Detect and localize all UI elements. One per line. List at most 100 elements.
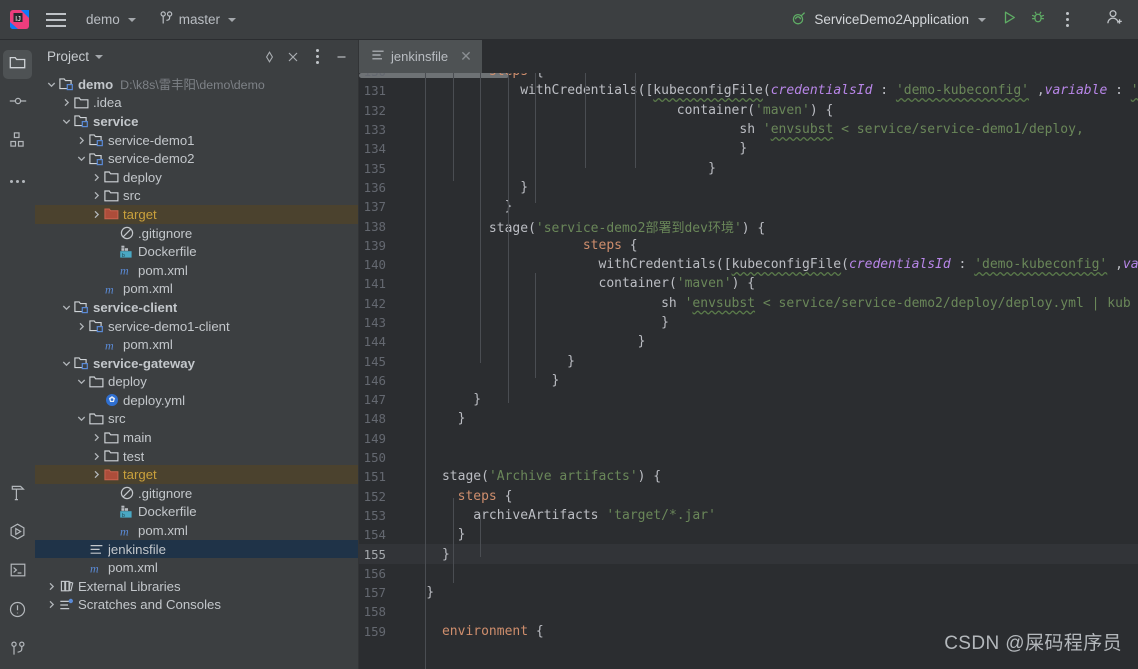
tree-node-scratches-and-consoles[interactable]: Scratches and Consoles [35, 596, 358, 615]
tree-node-deploy-yml[interactable]: deploy.yml [35, 391, 358, 410]
run-button[interactable] [996, 7, 1022, 33]
tree-node-service-demo1-client[interactable]: service-demo1-client [35, 317, 358, 336]
tree-node-service[interactable]: service [35, 112, 358, 131]
chevron-right-icon[interactable] [90, 191, 103, 200]
code-line[interactable]: 159 environment { [359, 622, 1138, 641]
tree-node-service-demo2[interactable]: service-demo2 [35, 149, 358, 168]
code-text[interactable]: } [395, 161, 1138, 176]
code-text[interactable]: environment { [395, 624, 1138, 639]
editor-viewport[interactable]: 130 steps {131 withCredentials([kubeconf… [359, 73, 1138, 669]
code-line[interactable]: 130 steps { [359, 73, 1138, 81]
code-text[interactable]: archiveArtifacts 'target/*.jar' [395, 508, 1138, 523]
code-text[interactable]: } [395, 392, 1138, 407]
tree-node-dockerfile[interactable]: b Dockerfile [35, 503, 358, 522]
code-line[interactable]: 156 [359, 564, 1138, 583]
chevron-right-icon[interactable] [90, 470, 103, 479]
code-text[interactable]: } [395, 180, 1138, 195]
code-text[interactable]: } [395, 141, 1138, 156]
code-line[interactable]: 142 sh 'envsubst < service/service-demo2… [359, 294, 1138, 313]
code-line[interactable]: 131 withCredentials([kubeconfigFile(cred… [359, 81, 1138, 100]
code-text[interactable]: } [395, 315, 1138, 330]
code-line[interactable]: 132 container('maven') { [359, 101, 1138, 120]
code-text[interactable]: withCredentials([kubeconfigFile(credenti… [395, 83, 1138, 98]
project-panel-title-button[interactable]: Project [47, 49, 104, 64]
code-line[interactable]: 147 } [359, 390, 1138, 409]
close-icon[interactable]: ✕ [460, 48, 472, 65]
chevron-right-icon[interactable] [90, 210, 103, 219]
code-text[interactable]: } [395, 547, 1138, 562]
code-line[interactable]: 155 } [359, 544, 1138, 564]
hide-icon[interactable] [330, 46, 352, 68]
chevron-right-icon[interactable] [75, 136, 88, 145]
code-line[interactable]: 141 container('maven') { [359, 274, 1138, 293]
code-text[interactable]: stage('service-demo2部署到dev环境') { [395, 217, 1138, 236]
git-tool-window-button[interactable] [3, 636, 32, 665]
more-tool-windows-button[interactable] [3, 167, 32, 196]
code-line[interactable]: 136 } [359, 178, 1138, 197]
tree-node-deploy[interactable]: deploy [35, 168, 358, 187]
debug-button[interactable] [1025, 7, 1051, 33]
code-line[interactable]: 145 } [359, 351, 1138, 370]
code-text[interactable]: stage('Archive artifacts') { [395, 469, 1138, 484]
terminal-tool-window-button[interactable] [3, 558, 32, 587]
code-line[interactable]: 134 } [359, 139, 1138, 158]
code-text[interactable]: steps { [395, 73, 1138, 79]
code-line[interactable]: 133 sh 'envsubst < service/service-demo1… [359, 120, 1138, 139]
hamburger-menu-icon[interactable] [42, 7, 70, 33]
tree-node-external-libraries[interactable]: External Libraries [35, 577, 358, 596]
tree-node-service-client[interactable]: service-client [35, 298, 358, 317]
code-line[interactable]: 153 archiveArtifacts 'target/*.jar' [359, 506, 1138, 525]
tree-node--gitignore[interactable]: .gitignore [35, 484, 358, 503]
project-selector[interactable]: demo [78, 8, 144, 31]
code-text[interactable]: withCredentials([kubeconfigFile(credenti… [395, 257, 1138, 272]
code-line[interactable]: 158 [359, 602, 1138, 621]
tree-node-target[interactable]: target [35, 205, 358, 224]
tree-node-pom-xml[interactable]: m pom.xml [35, 521, 358, 540]
build-tool-window-button[interactable] [3, 480, 32, 509]
collapse-all-icon[interactable] [282, 46, 304, 68]
code-line[interactable]: 148 } [359, 409, 1138, 428]
tree-node-src[interactable]: src [35, 410, 358, 429]
project-tool-window-button[interactable] [3, 50, 32, 79]
structure-tool-window-button[interactable] [3, 128, 32, 157]
tree-node--idea[interactable]: .idea [35, 94, 358, 113]
chevron-down-icon[interactable] [75, 377, 88, 386]
tree-node-src[interactable]: src [35, 187, 358, 206]
tree-node-jenkinsfile[interactable]: jenkinsfile [35, 539, 358, 559]
tab-jenkinsfile[interactable]: jenkinsfile ✕ [359, 40, 482, 73]
code-line[interactable]: 143 } [359, 313, 1138, 332]
chevron-right-icon[interactable] [60, 98, 73, 107]
expand-collapse-icon[interactable] [258, 46, 280, 68]
code-text[interactable]: } [395, 199, 1138, 214]
chevron-down-icon[interactable] [60, 359, 73, 368]
commit-tool-window-button[interactable] [3, 89, 32, 118]
tree-node-pom-xml[interactable]: m pom.xml [35, 280, 358, 299]
code-text[interactable]: container('maven') { [395, 103, 1138, 118]
tree-node-dockerfile[interactable]: b Dockerfile [35, 242, 358, 261]
code-text[interactable]: sh 'envsubst < service/service-demo1/dep… [395, 122, 1138, 137]
problems-tool-window-button[interactable] [3, 597, 32, 626]
code-text[interactable]: } [395, 334, 1138, 349]
chevron-right-icon[interactable] [45, 582, 58, 591]
code-line[interactable]: 149 [359, 429, 1138, 448]
code-text[interactable]: steps { [395, 238, 1138, 253]
more-options-button[interactable] [1054, 7, 1080, 33]
code-line[interactable]: 150 [359, 448, 1138, 467]
tree-node-pom-xml[interactable]: m pom.xml [35, 261, 358, 280]
code-line[interactable]: 151 stage('Archive artifacts') { [359, 467, 1138, 486]
tree-node-test[interactable]: test [35, 447, 358, 466]
chevron-down-icon[interactable] [60, 117, 73, 126]
code-line[interactable]: 135 } [359, 158, 1138, 177]
tree-node-service-gateway[interactable]: service-gateway [35, 354, 358, 373]
run-tool-window-button[interactable] [3, 519, 32, 548]
code-line[interactable]: 137 } [359, 197, 1138, 216]
project-tree[interactable]: demo D:\k8s\雷丰阳\demo\demo .idea service s… [35, 73, 358, 669]
chevron-right-icon[interactable] [45, 600, 58, 609]
code-text[interactable]: container('maven') { [395, 276, 1138, 291]
code-text[interactable]: steps { [395, 489, 1138, 504]
chevron-right-icon[interactable] [90, 433, 103, 442]
chevron-down-icon[interactable] [60, 303, 73, 312]
code-line[interactable]: 154 } [359, 525, 1138, 544]
chevron-right-icon[interactable] [90, 173, 103, 182]
code-text[interactable]: } [395, 354, 1138, 369]
